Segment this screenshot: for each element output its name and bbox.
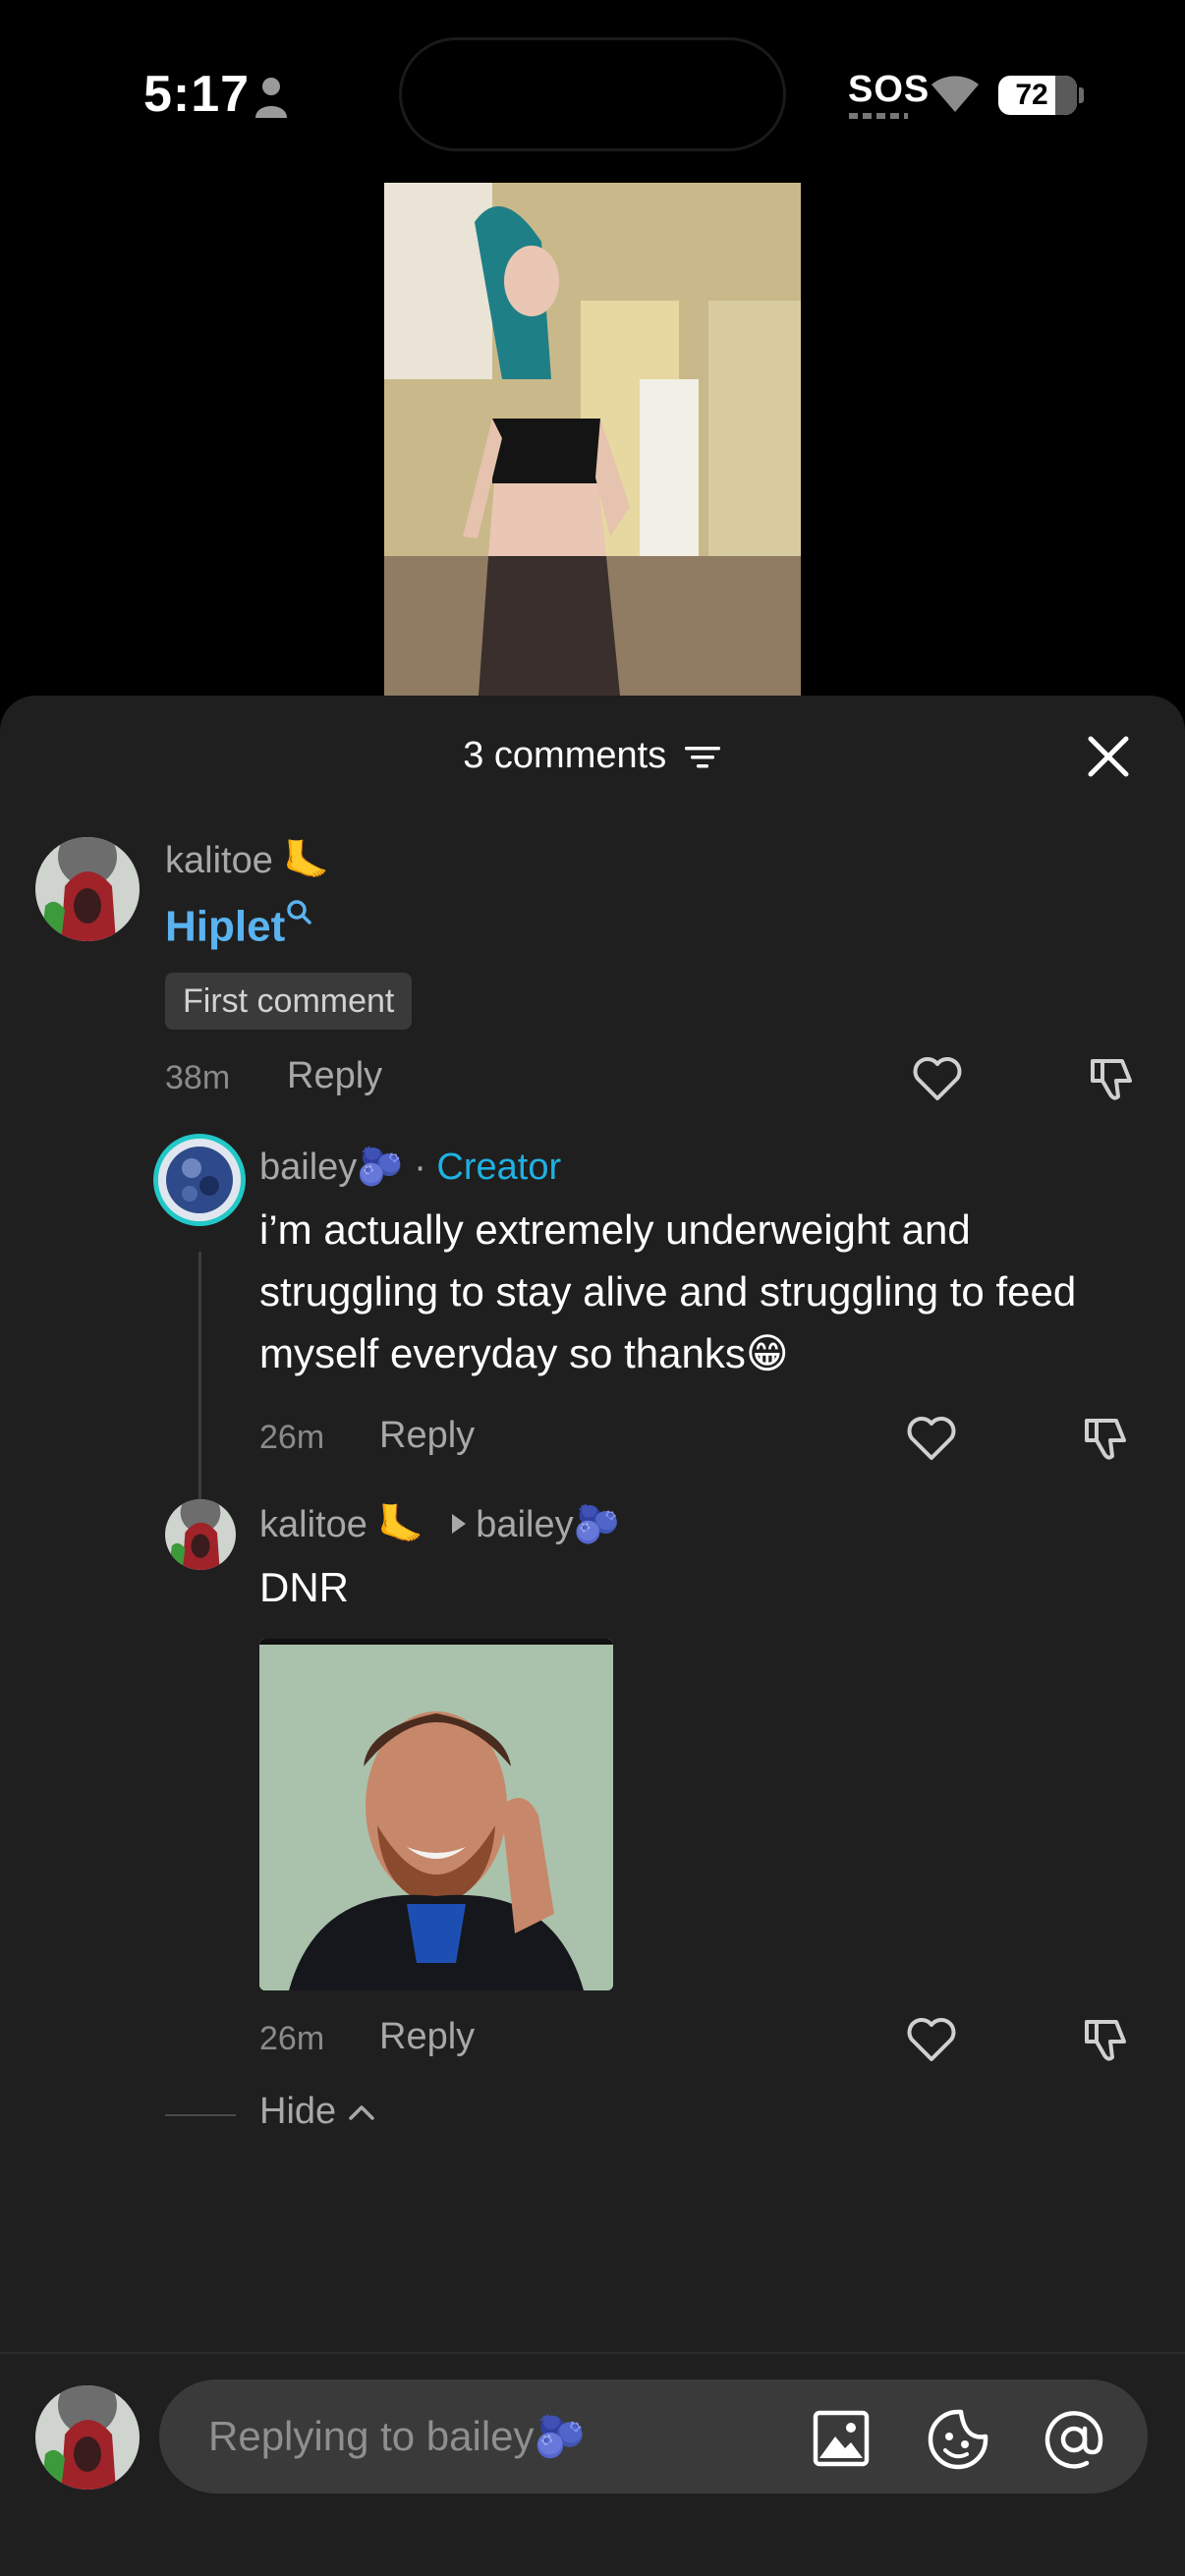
status-time: 5:17 bbox=[143, 66, 251, 123]
gif-illustration bbox=[259, 1639, 613, 1990]
avatar-image bbox=[35, 2385, 140, 2490]
avatar-image bbox=[158, 1139, 241, 1221]
filter-icon[interactable] bbox=[683, 743, 722, 772]
hide-replies-button[interactable]: Hide bbox=[259, 2091, 376, 2133]
video-frame-illustration bbox=[384, 183, 801, 696]
comments-count-label: 3 comments bbox=[463, 735, 667, 776]
chevron-up-icon bbox=[348, 2105, 374, 2120]
creator-avatar[interactable] bbox=[153, 1134, 246, 1226]
status-bar: 5:17 SOS 72 bbox=[0, 0, 1185, 187]
comment-username[interactable]: kalitoe 🦶 bailey🫐 bbox=[259, 1503, 620, 1546]
avatar[interactable] bbox=[35, 837, 140, 941]
comment-time: 38m bbox=[165, 1059, 231, 1096]
comment-time: 26m bbox=[259, 1419, 325, 1456]
avatar[interactable] bbox=[165, 1499, 236, 1570]
hide-divider bbox=[165, 2114, 236, 2116]
input-placeholder: Replying to bailey🫐 bbox=[208, 2413, 586, 2461]
blueberry-icon: 🫐 bbox=[573, 1504, 620, 1545]
signal-dots bbox=[849, 113, 908, 119]
foot-icon: 🦶 bbox=[283, 840, 330, 881]
battery-cap bbox=[1079, 87, 1084, 103]
search-term-link[interactable]: Hiplet bbox=[165, 898, 312, 952]
hide-label: Hide bbox=[259, 2091, 337, 2132]
mention-icon[interactable] bbox=[1042, 2407, 1106, 2472]
like-icon[interactable] bbox=[910, 1051, 965, 1106]
foot-icon: 🦶 bbox=[377, 1504, 424, 1545]
comments-count[interactable]: 3 comments bbox=[0, 735, 1185, 777]
reply-button[interactable]: Reply bbox=[379, 1415, 475, 1457]
placeholder-text: Replying to bailey bbox=[208, 2413, 535, 2459]
reply-to-username: bailey bbox=[476, 1504, 574, 1545]
comment-username[interactable]: bailey🫐 · Creator bbox=[259, 1146, 561, 1189]
carrier-label: SOS bbox=[848, 69, 931, 110]
sticker-icon[interactable] bbox=[926, 2407, 990, 2472]
blueberry-icon: 🫐 bbox=[534, 2413, 586, 2459]
comment-text: DNR bbox=[259, 1564, 349, 1610]
creator-label: Creator bbox=[436, 1147, 562, 1188]
comment-input[interactable]: Replying to bailey🫐 bbox=[159, 2380, 1148, 2493]
like-icon[interactable] bbox=[904, 1411, 959, 1466]
comment-text: i’m actually extremely underweight and s… bbox=[259, 1206, 1077, 1376]
separator-dot: · bbox=[414, 1147, 426, 1188]
close-icon[interactable] bbox=[1085, 733, 1132, 780]
like-icon[interactable] bbox=[904, 2012, 959, 2067]
my-avatar bbox=[35, 2385, 140, 2490]
avatar-image bbox=[35, 837, 140, 941]
reply-button[interactable]: Reply bbox=[287, 1055, 382, 1097]
dislike-icon[interactable] bbox=[1085, 1051, 1140, 1106]
video-thumbnail[interactable] bbox=[384, 183, 801, 696]
comment-time: 26m bbox=[259, 2020, 325, 2057]
username-text: kalitoe bbox=[165, 840, 273, 881]
dislike-icon[interactable] bbox=[1079, 2012, 1134, 2067]
person-icon bbox=[255, 78, 287, 118]
avatar-image bbox=[165, 1499, 236, 1570]
battery-icon: 72 bbox=[998, 76, 1077, 115]
comment-input-bar: Replying to bailey🫐 bbox=[0, 2352, 1185, 2576]
battery-percent: 72 bbox=[1015, 79, 1048, 111]
search-term-text: Hiplet bbox=[165, 902, 286, 951]
dislike-icon[interactable] bbox=[1079, 1411, 1134, 1466]
first-comment-badge: First comment bbox=[165, 973, 413, 1030]
image-icon[interactable] bbox=[812, 2409, 871, 2468]
username-text: bailey bbox=[259, 1147, 358, 1188]
reply-arrow-icon bbox=[452, 1514, 467, 1534]
blueberry-icon: 🫐 bbox=[357, 1147, 404, 1188]
dynamic-island bbox=[399, 37, 786, 151]
comments-sheet: 3 comments kalitoe 🦶 Hiplet First commen… bbox=[0, 696, 1185, 2576]
comment-username[interactable]: kalitoe 🦶 bbox=[165, 839, 330, 882]
search-icon bbox=[287, 900, 311, 924]
comments-header: 3 comments bbox=[0, 696, 1185, 817]
reply-button[interactable]: Reply bbox=[379, 2016, 475, 2058]
username-text: kalitoe bbox=[259, 1504, 367, 1545]
gif-image[interactable] bbox=[259, 1639, 613, 1990]
wifi-icon bbox=[931, 76, 979, 112]
